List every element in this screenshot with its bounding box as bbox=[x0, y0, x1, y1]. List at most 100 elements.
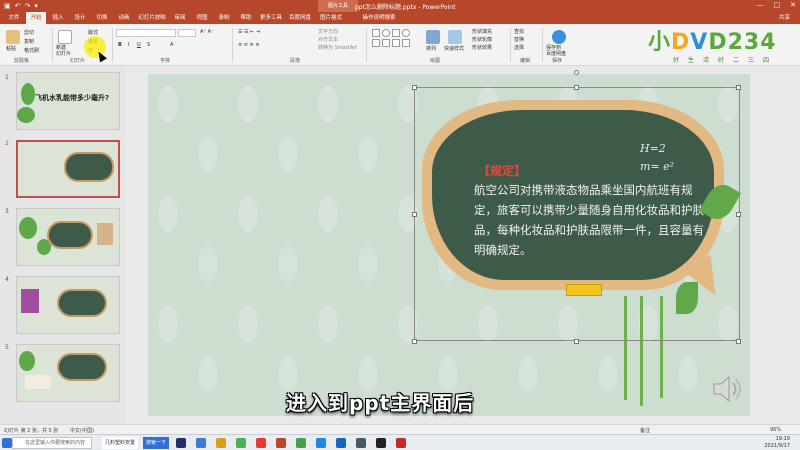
font-size-select[interactable] bbox=[178, 29, 196, 37]
maximize-button[interactable]: □ bbox=[774, 0, 781, 11]
app-icon[interactable] bbox=[236, 438, 246, 448]
shape-outline-button[interactable]: 形状轮廓 bbox=[472, 36, 492, 43]
close-button[interactable]: ✕ bbox=[790, 0, 796, 11]
shape-icon[interactable] bbox=[392, 39, 400, 47]
redo-icon[interactable]: ↷ bbox=[25, 1, 31, 11]
shape-icon[interactable] bbox=[372, 39, 380, 47]
customize-qat-icon[interactable]: ▾ bbox=[34, 1, 38, 11]
slide-thumbnail-5[interactable] bbox=[16, 344, 120, 402]
selection-box[interactable] bbox=[414, 87, 740, 341]
underline-icon[interactable]: U bbox=[137, 42, 141, 48]
zoom-level[interactable]: 96% bbox=[770, 427, 781, 433]
bullets-icon[interactable]: ☰ ☰ ⇤ ⇥ bbox=[238, 29, 260, 35]
taskbar-active-app[interactable]: 几料塑料安置 bbox=[102, 437, 138, 449]
notes-button[interactable]: 备注 bbox=[640, 427, 650, 434]
taskbar-search-input[interactable]: 在这里输入你要搜索的内容 bbox=[12, 437, 92, 449]
shadow-icon[interactable]: S bbox=[147, 42, 150, 48]
wechat-icon[interactable] bbox=[296, 438, 306, 448]
tab-design[interactable]: 设计 bbox=[70, 12, 90, 24]
language-indicator[interactable]: 中文(中国) bbox=[70, 427, 94, 434]
save-to-baidu-button[interactable]: 保存到 百度网盘 bbox=[546, 45, 566, 57]
tab-slideshow[interactable]: 幻灯片放映 bbox=[136, 12, 168, 24]
folder-icon[interactable] bbox=[216, 438, 226, 448]
powerpoint-icon[interactable] bbox=[276, 438, 286, 448]
tab-view[interactable]: 视图 bbox=[192, 12, 212, 24]
tab-file[interactable]: 文件 bbox=[4, 12, 24, 24]
quick-styles-icon[interactable] bbox=[448, 30, 462, 44]
cut-button[interactable]: 剪切 bbox=[24, 29, 34, 36]
slide-thumbnail-3[interactable] bbox=[16, 208, 120, 266]
windows-start-icon[interactable] bbox=[2, 438, 12, 448]
align-text-button[interactable]: 对齐文本 bbox=[318, 36, 338, 43]
shape-icon[interactable] bbox=[382, 29, 390, 37]
tab-insert[interactable]: 插入 bbox=[48, 12, 68, 24]
cloud-save-icon[interactable] bbox=[552, 30, 566, 44]
shape-effects-button[interactable]: 形状效果 bbox=[472, 44, 492, 51]
undo-icon[interactable]: ↶ bbox=[15, 1, 21, 11]
quick-styles-button[interactable]: 快速样式 bbox=[444, 45, 464, 52]
shape-icon[interactable] bbox=[392, 29, 400, 37]
shape-fill-button[interactable]: 形状填充 bbox=[472, 28, 492, 35]
slide-thumbnail-2[interactable] bbox=[16, 140, 120, 198]
resize-handle[interactable] bbox=[574, 339, 579, 344]
shape-icon[interactable] bbox=[372, 29, 380, 37]
arrange-icon[interactable] bbox=[426, 30, 440, 44]
increase-font-icon[interactable]: A⁺ A⁻ bbox=[200, 29, 214, 35]
paste-button[interactable]: 粘贴 bbox=[6, 45, 16, 52]
app-icon[interactable] bbox=[316, 438, 326, 448]
paste-icon[interactable] bbox=[6, 30, 20, 44]
system-clock[interactable]: 19:19 2021/9/17 bbox=[764, 436, 790, 450]
slide-thumbnail-1[interactable]: 飞机水乳能带多少毫升? bbox=[16, 72, 120, 130]
tab-more-tools[interactable]: 更多工具 bbox=[258, 12, 284, 24]
tell-me-search[interactable]: 操作说明搜索 bbox=[356, 12, 402, 24]
resize-handle[interactable] bbox=[736, 212, 741, 217]
tab-record[interactable]: 录制 bbox=[214, 12, 234, 24]
arrange-button[interactable]: 排列 bbox=[426, 45, 436, 52]
tab-picture-format[interactable]: 图片格式 bbox=[318, 12, 344, 24]
align-icons[interactable]: ≡ ≡ ≡ ≡ bbox=[238, 42, 260, 48]
find-button[interactable]: 查找 bbox=[514, 28, 524, 35]
layout-button[interactable]: 版式 bbox=[88, 29, 98, 36]
app-icon[interactable] bbox=[196, 438, 206, 448]
app-icon[interactable] bbox=[376, 438, 386, 448]
taskbar-search-button[interactable]: 搜索一下 bbox=[143, 437, 170, 449]
convert-smartart-button[interactable]: 转换为 SmartArt bbox=[318, 44, 357, 51]
photoshop-icon[interactable] bbox=[176, 438, 186, 448]
italic-icon[interactable]: I bbox=[128, 42, 129, 48]
app-icon[interactable] bbox=[356, 438, 366, 448]
resize-handle[interactable] bbox=[412, 212, 417, 217]
minimize-button[interactable]: — bbox=[757, 0, 764, 11]
tab-animations[interactable]: 动画 bbox=[114, 12, 134, 24]
slide-thumbnail-4[interactable] bbox=[16, 276, 120, 334]
bold-icon[interactable]: B bbox=[118, 42, 122, 48]
shape-icon[interactable] bbox=[402, 29, 410, 37]
chrome-icon[interactable] bbox=[256, 438, 266, 448]
recorder-icon[interactable] bbox=[396, 438, 406, 448]
speaker-icon[interactable] bbox=[710, 372, 744, 406]
share-button[interactable]: 共享 bbox=[779, 12, 790, 24]
tab-help[interactable]: 帮助 bbox=[236, 12, 256, 24]
tab-baidu-netdisk[interactable]: 百度网盘 bbox=[286, 12, 314, 24]
shape-icon[interactable] bbox=[382, 39, 390, 47]
format-painter-button[interactable]: 格式刷 bbox=[24, 47, 39, 54]
text-direction-button[interactable]: 文字方向 bbox=[318, 28, 338, 35]
replace-button[interactable]: 替换 bbox=[514, 36, 524, 43]
copy-button[interactable]: 复制 bbox=[24, 38, 34, 45]
resize-handle[interactable] bbox=[574, 85, 579, 90]
resize-handle[interactable] bbox=[736, 85, 741, 90]
app-icon[interactable] bbox=[336, 438, 346, 448]
tab-review[interactable]: 审阅 bbox=[170, 12, 190, 24]
new-slide-icon[interactable] bbox=[58, 30, 72, 44]
tab-home[interactable]: 开始 bbox=[26, 12, 46, 24]
resize-handle[interactable] bbox=[412, 339, 417, 344]
font-color-icon[interactable]: A bbox=[170, 42, 173, 48]
select-button[interactable]: 选择 bbox=[514, 44, 524, 51]
save-icon[interactable]: ▣ bbox=[4, 1, 11, 11]
shape-icon[interactable] bbox=[402, 39, 410, 47]
font-name-select[interactable] bbox=[116, 29, 176, 37]
rotate-handle[interactable] bbox=[574, 70, 579, 75]
resize-handle[interactable] bbox=[412, 85, 417, 90]
resize-handle[interactable] bbox=[736, 339, 741, 344]
tab-transitions[interactable]: 切换 bbox=[92, 12, 112, 24]
new-slide-button[interactable]: 新建 幻灯片 bbox=[56, 45, 71, 57]
